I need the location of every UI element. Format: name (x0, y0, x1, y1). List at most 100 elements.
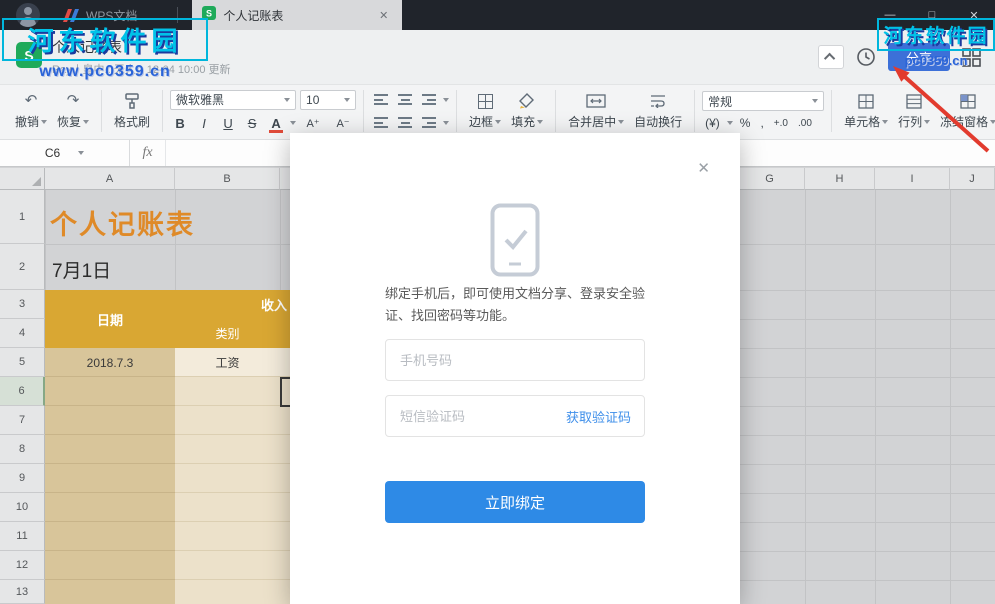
column-header-B[interactable]: B (175, 168, 280, 190)
font-size-combo[interactable]: 10 (300, 90, 356, 110)
maximize-button[interactable]: □ (911, 0, 953, 30)
alignment-group (371, 90, 449, 132)
row-header-6[interactable]: 6 (0, 377, 45, 406)
caret-down-icon (443, 121, 449, 128)
caret-down-icon (443, 98, 449, 105)
number-format-value: 常规 (708, 93, 812, 110)
row-header-4[interactable]: 4 (0, 319, 45, 348)
wps-logo-icon[interactable] (62, 8, 80, 23)
number-format-combo[interactable]: 常规 (702, 91, 824, 111)
align-top-button[interactable] (371, 90, 391, 109)
comma-format-button[interactable]: , (757, 115, 766, 131)
redo-icon: ↷ (67, 92, 80, 110)
tab-close-icon[interactable]: ✕ (375, 7, 392, 24)
row-header-10[interactable]: 10 (0, 493, 45, 522)
row-column-label: 行列 (898, 113, 922, 130)
row-header-12[interactable]: 12 (0, 551, 45, 580)
align-bottom-icon (422, 94, 436, 105)
cell-b5-category-value[interactable]: 工资 (175, 348, 280, 377)
document-tab[interactable]: S 个人记账表 ✕ (192, 0, 402, 30)
bold-button[interactable]: B (170, 114, 190, 133)
row-header-8[interactable]: 8 (0, 435, 45, 464)
column-a-data-band (45, 348, 175, 604)
align-center-icon (398, 117, 412, 128)
font-name-combo[interactable]: 微软雅黑 (170, 90, 296, 110)
row-header-9[interactable]: 9 (0, 464, 45, 493)
cell-name-box[interactable]: C6 (0, 140, 130, 166)
format-painter-label: 格式刷 (114, 113, 150, 130)
group-separator (694, 90, 695, 132)
undo-button[interactable]: ↶ 撤销 (10, 92, 52, 130)
row-header-1[interactable]: 1 (0, 190, 45, 244)
column-header-H[interactable]: H (805, 168, 875, 190)
align-right-button[interactable] (419, 113, 439, 132)
column-b-data-band (175, 348, 290, 604)
row-header-2[interactable]: 2 (0, 244, 45, 290)
table-header-category[interactable]: 类别 (175, 319, 280, 348)
description-line-1: 绑定手机后，即可使用文档分享、登录安全验 (385, 283, 655, 305)
freeze-panes-button[interactable]: 冻结窗格 (935, 92, 995, 130)
merge-center-label: 合并居中 (568, 113, 616, 130)
shrink-font-button[interactable]: A⁻ (330, 114, 356, 133)
caret-down-icon (882, 120, 888, 127)
table-header-income[interactable]: 收入 (195, 290, 287, 319)
align-left-button[interactable] (371, 113, 391, 132)
column-header-G[interactable]: G (735, 168, 805, 190)
row-column-button[interactable]: 行列 (893, 92, 935, 130)
caret-down-icon (537, 120, 543, 127)
svg-text:S: S (206, 8, 212, 18)
align-left-icon (374, 117, 388, 128)
strikethrough-button[interactable]: S (242, 114, 262, 133)
row-header-13[interactable]: 13 (0, 580, 45, 604)
merge-center-icon (586, 92, 606, 110)
bind-now-button[interactable]: 立即绑定 (385, 481, 645, 523)
increase-decimal-button[interactable]: +.0 (771, 117, 791, 130)
row-header-7[interactable]: 7 (0, 406, 45, 435)
borders-label: 边框 (469, 113, 493, 130)
column-header-I[interactable]: I (875, 168, 950, 190)
align-bottom-button[interactable] (419, 90, 439, 109)
decrease-decimal-button[interactable]: .00 (795, 117, 815, 130)
cells-button[interactable]: 单元格 (839, 92, 893, 130)
app-label[interactable]: WPS文档 (86, 7, 137, 24)
currency-format-button[interactable]: (¥) (702, 115, 723, 131)
cell-a5-date-value[interactable]: 2018.7.3 (45, 348, 175, 377)
collapse-ribbon-button[interactable] (818, 45, 844, 69)
user-avatar[interactable] (16, 3, 40, 27)
grow-font-button[interactable]: A⁺ (300, 114, 326, 133)
share-button[interactable]: 分享 (888, 43, 950, 71)
column-header-J[interactable]: J (950, 168, 995, 190)
column-header-A[interactable]: A (45, 168, 175, 190)
close-button[interactable]: ✕ (953, 0, 995, 30)
table-header-date[interactable]: 日期 (45, 290, 175, 348)
align-middle-button[interactable] (395, 90, 415, 109)
fill-color-button[interactable]: 填充 (506, 92, 548, 130)
caret-down-icon (618, 120, 624, 127)
undo-icon: ↶ (25, 92, 38, 110)
sheet-title-cell[interactable]: 个人记账表 (50, 200, 195, 244)
history-clock-icon[interactable] (856, 47, 876, 67)
app-grid-icon[interactable] (962, 48, 981, 67)
italic-button[interactable]: I (194, 114, 214, 133)
redo-button[interactable]: ↷ 恢复 (52, 92, 94, 130)
select-all-corner[interactable] (0, 168, 45, 190)
dialog-close-icon[interactable]: ✕ (697, 159, 710, 177)
row-header-3[interactable]: 3 (0, 290, 45, 319)
align-right-icon (422, 117, 436, 128)
spreadsheet-file-icon: S (202, 6, 216, 25)
underline-button[interactable]: U (218, 114, 238, 133)
borders-button[interactable]: 边框 (464, 92, 506, 130)
row-header-11[interactable]: 11 (0, 522, 45, 551)
row-header-5[interactable]: 5 (0, 348, 45, 377)
font-color-button[interactable]: A (266, 114, 286, 133)
minimize-button[interactable]: — (869, 0, 911, 30)
sheet-date-cell[interactable]: 7月1日 (52, 252, 111, 286)
merge-center-button[interactable]: 合并居中 (563, 92, 629, 130)
get-code-link[interactable]: 获取验证码 (566, 395, 631, 437)
active-cell-reference: C6 (45, 146, 60, 160)
wrap-text-button[interactable]: 自动换行 (629, 92, 687, 130)
phone-number-input[interactable] (385, 339, 645, 381)
percent-format-button[interactable]: % (737, 115, 754, 131)
format-painter-button[interactable]: 格式刷 (109, 92, 155, 130)
align-center-button[interactable] (395, 113, 415, 132)
